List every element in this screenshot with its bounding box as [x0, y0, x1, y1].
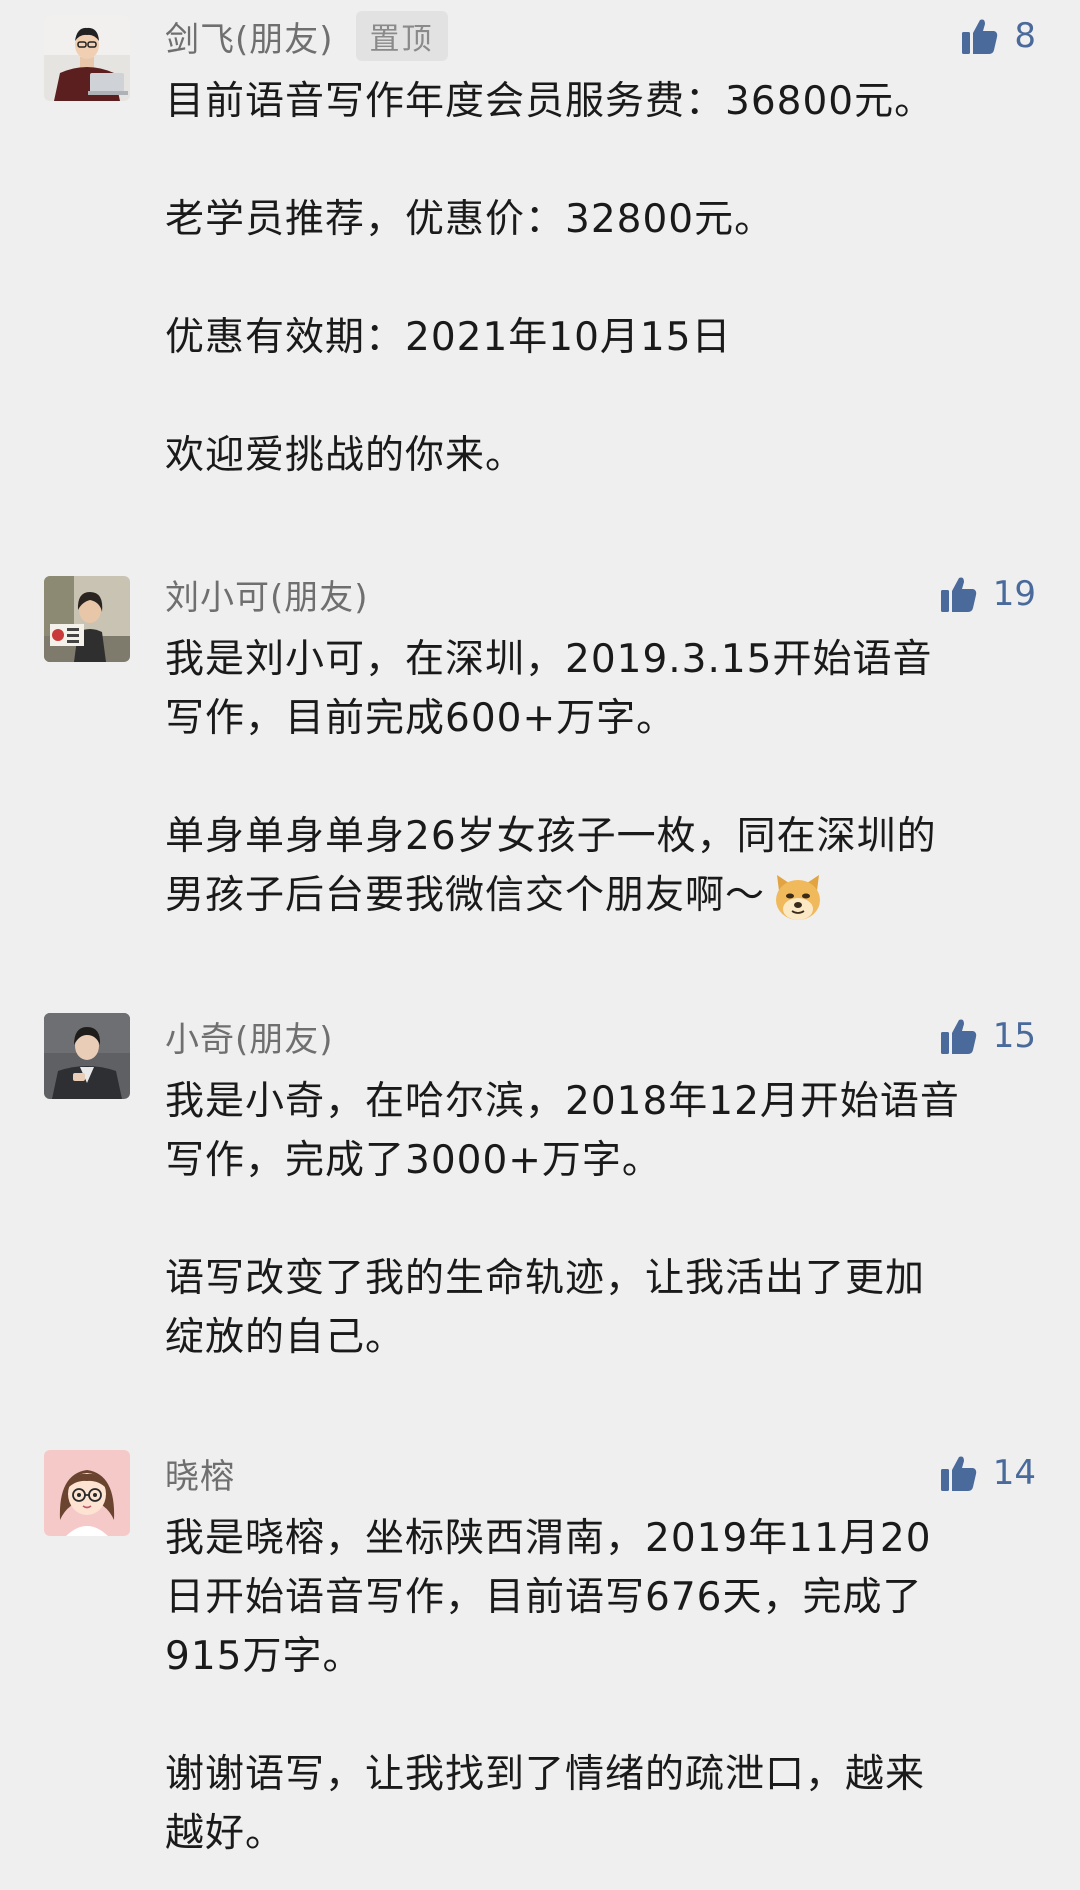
woman-in-suit-avatar — [44, 1013, 130, 1099]
comment-line: 写作，完成了3000+万字。 — [165, 1138, 662, 1183]
comment-line: 写作，目前完成600+万字。 — [165, 696, 677, 741]
like-count: 15 — [992, 1016, 1036, 1056]
like-button[interactable]: 15 — [939, 1000, 1036, 1072]
like-count: 14 — [992, 1453, 1036, 1493]
commenter-name[interactable]: 剑飞(朋友) — [165, 12, 334, 61]
avatar[interactable] — [44, 1450, 130, 1536]
comment-line: 目前语音写作年度会员服务费：36800元。 — [165, 79, 935, 124]
comment-line: 优惠有效期：2021年10月15日 — [165, 315, 732, 360]
comment-line: 谢谢语写，让我找到了情绪的疏泄口，越来 — [165, 1752, 926, 1797]
woman-holding-sign-avatar — [44, 576, 130, 662]
like-button[interactable]: 14 — [939, 1437, 1036, 1509]
comment-text: 我是刘小可，在深圳，2019.3.15开始语音 写作，目前完成600+万字。 单… — [165, 630, 1045, 925]
thumbs-up-icon — [940, 1019, 976, 1054]
comment-line-with-emoji: 男孩子后台要我微信交个朋友啊～ — [165, 866, 1045, 925]
like-button[interactable]: 8 — [960, 0, 1036, 72]
man-with-laptop-avatar — [44, 15, 130, 101]
like-button[interactable]: 19 — [939, 558, 1036, 630]
comment-line: 我是晓榕，坐标陕西渭南，2019年11月20 — [165, 1516, 932, 1561]
like-count: 19 — [992, 574, 1036, 614]
doge-emoji-icon — [776, 874, 821, 920]
comment-text: 目前语音写作年度会员服务费：36800元。 老学员推荐，优惠价：32800元。 … — [165, 72, 1045, 485]
thumbs-up-icon — [940, 1456, 976, 1491]
like-count: 8 — [1014, 16, 1036, 56]
thumbs-up-icon — [962, 19, 998, 54]
comment-line: 老学员推荐，优惠价：32800元。 — [165, 197, 775, 242]
comment-line: 日开始语音写作，目前语写676天，完成了 — [165, 1575, 923, 1620]
comment-line: 越好。 — [165, 1811, 286, 1856]
commenter-name[interactable]: 小奇(朋友) — [165, 1012, 334, 1061]
comment-line: 语写改变了我的生命轨迹，让我活出了更加 — [165, 1256, 926, 1301]
thumbs-up-icon — [940, 577, 976, 612]
comment-line: 915万字。 — [165, 1634, 363, 1679]
comment-line: 单身单身单身26岁女孩子一枚，同在深圳的 — [165, 814, 937, 859]
comment-line: 我是刘小可，在深圳，2019.3.15开始语音 — [165, 637, 933, 682]
comment-text: 我是晓榕，坐标陕西渭南，2019年11月20 日开始语音写作，目前语写676天，… — [165, 1509, 1045, 1863]
cartoon-girl-glasses-avatar — [44, 1450, 130, 1536]
comment-line: 我是小奇，在哈尔滨，2018年12月开始语音 — [165, 1079, 960, 1124]
comment-line: 男孩子后台要我微信交个朋友啊～ — [165, 873, 766, 918]
commenter-name[interactable]: 刘小可(朋友) — [165, 570, 369, 619]
comment-text: 我是小奇，在哈尔滨，2018年12月开始语音 写作，完成了3000+万字。 语写… — [165, 1072, 1045, 1367]
avatar[interactable] — [44, 15, 130, 101]
pinned-badge: 置顶 — [355, 11, 448, 61]
avatar[interactable] — [44, 576, 130, 662]
avatar[interactable] — [44, 1013, 130, 1099]
commenter-name[interactable]: 晓榕 — [165, 1449, 235, 1498]
comment-line: 欢迎爱挑战的你来。 — [165, 433, 526, 478]
comment-line: 绽放的自己。 — [165, 1315, 406, 1360]
